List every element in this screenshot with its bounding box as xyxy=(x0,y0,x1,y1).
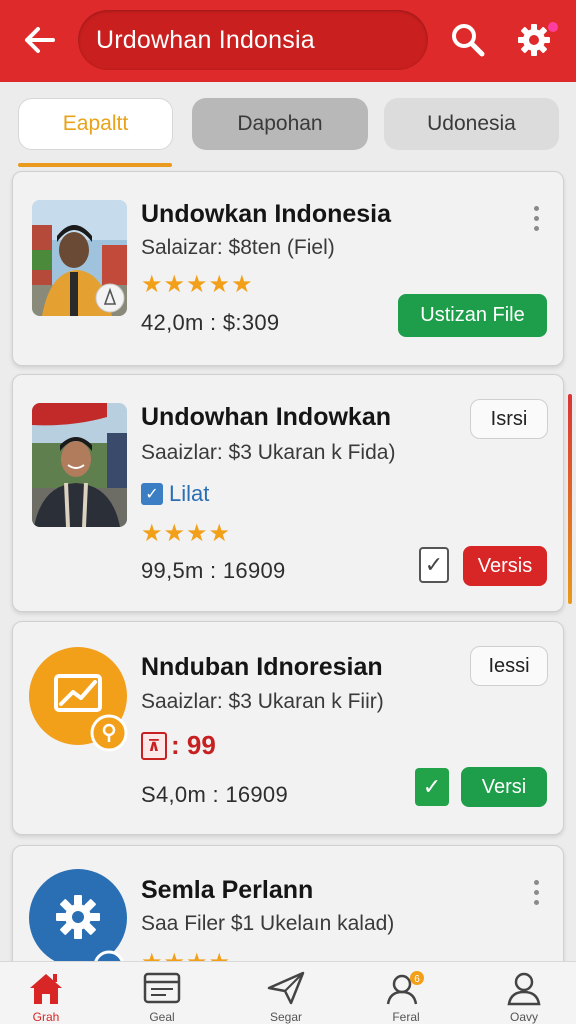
settings-app-icon xyxy=(29,868,127,982)
tab-udonesia[interactable]: Udonesia xyxy=(384,98,559,150)
nav-label: Oavy xyxy=(509,1010,538,1024)
price-row: ⊼ : 99 xyxy=(141,730,216,761)
back-button[interactable] xyxy=(18,18,62,62)
analytics-icon xyxy=(29,646,128,752)
nav-item-home[interactable]: Grah xyxy=(6,970,86,1024)
tab-label: Dapohan xyxy=(237,112,323,135)
nav-label: Feral xyxy=(392,1010,420,1024)
rating-stars: ★★★★ xyxy=(141,520,232,547)
more-options-icon[interactable] xyxy=(533,206,539,231)
search-icon xyxy=(452,24,485,57)
card-title: Undowkan Indonesia xyxy=(141,200,392,228)
outline-button-label: Iessi xyxy=(488,654,530,677)
calendar-icon: ⊼ xyxy=(141,731,167,760)
tab-label: Udonesia xyxy=(427,112,516,135)
list-item[interactable]: Undowhan Indowkan Saaizlar: $3 Ukaran k … xyxy=(12,374,564,612)
select-checkbox[interactable]: ✓ xyxy=(415,768,449,806)
card-title: Undowhan Indowkan xyxy=(141,403,391,431)
arrow-left-icon xyxy=(25,27,55,53)
version-outline-button[interactable]: Isrsi xyxy=(470,399,548,439)
nav-item-send[interactable]: Segar xyxy=(246,970,326,1024)
badge-label: Lilat xyxy=(169,481,210,506)
settings-button[interactable] xyxy=(510,16,558,64)
tab-label: Eapaltt xyxy=(62,112,129,135)
action-button[interactable]: Versis xyxy=(463,546,547,586)
tab-eapaltt[interactable]: Eapaltt xyxy=(18,98,173,150)
nav-label: Grah xyxy=(32,1010,60,1024)
card-subtitle: Salaizar: $8ten (Fiel) xyxy=(141,236,335,259)
nav-item-contacts[interactable]: 6 Feral xyxy=(366,970,446,1024)
card-subtitle: Saaizlar: $3 Ukaran k Fida) xyxy=(141,441,396,464)
thumbnail-image xyxy=(32,200,127,316)
card-title: Nnduban Idnoresian xyxy=(141,653,383,681)
profile-icon xyxy=(507,972,541,1006)
active-tab-indicator xyxy=(18,163,172,167)
action-button[interactable]: Versi xyxy=(461,767,547,807)
home-icon xyxy=(30,974,62,1004)
svg-text:6: 6 xyxy=(414,974,420,985)
scroll-indicator xyxy=(568,394,572,604)
version-outline-button[interactable]: Iessi xyxy=(470,646,548,686)
action-button-label: Versi xyxy=(481,775,527,798)
card-subtitle: Saa Filer $1 Ukelaın kalad) xyxy=(141,912,395,935)
nav-item-profile[interactable]: Oavy xyxy=(484,970,564,1024)
notification-dot xyxy=(548,22,558,32)
send-icon xyxy=(267,971,305,1005)
title-search-field[interactable]: Urdowhan Indonsia xyxy=(78,10,428,70)
more-options-icon[interactable] xyxy=(533,880,539,905)
select-checkbox[interactable]: ✓ xyxy=(419,547,449,583)
app-header: Urdowhan Indonsia xyxy=(0,0,576,82)
bottom-navigation: Grah Geal Segar 6 Feral Oavy xyxy=(0,961,576,1024)
user-badge-icon: 6 xyxy=(386,971,424,1005)
nav-label: Segar xyxy=(269,1010,303,1024)
page-title: Urdowhan Indonsia xyxy=(96,25,315,54)
action-button-label: Versis xyxy=(477,554,533,577)
nav-item-browser[interactable]: Geal xyxy=(122,970,202,1024)
card-subtitle: Saaizlar: $3 Ukaran k Fiir) xyxy=(141,690,384,713)
outline-button-label: Isrsi xyxy=(490,407,528,430)
gear-icon xyxy=(518,24,550,56)
list-item[interactable]: Undowkan Indonesia Salaizar: $8ten (Fiel… xyxy=(12,171,564,366)
browser-icon xyxy=(143,972,181,1004)
list-item[interactable]: Nnduban Idnoresian Saaizlar: $3 Ukaran k… xyxy=(12,621,564,835)
checkbox-icon: ✓ xyxy=(141,483,163,505)
card-meta: 42,0m : $:309 xyxy=(141,310,280,335)
price-value: : 99 xyxy=(171,730,216,760)
search-button[interactable] xyxy=(446,18,490,62)
card-title: Semla Perlann xyxy=(141,876,314,904)
action-button-label: Ustizan File xyxy=(420,304,525,326)
verified-badge: ✓ Lilat xyxy=(141,481,209,507)
nav-label: Geal xyxy=(149,1010,175,1024)
action-button[interactable]: Ustizan File xyxy=(398,294,547,337)
tab-dapohan[interactable]: Dapohan xyxy=(192,98,368,150)
card-meta: S4,0m : 16909 xyxy=(141,782,288,807)
rating-stars: ★★★★★ xyxy=(141,271,254,298)
card-meta: 99,5m : 16909 xyxy=(141,558,286,583)
thumbnail-image xyxy=(32,403,127,527)
